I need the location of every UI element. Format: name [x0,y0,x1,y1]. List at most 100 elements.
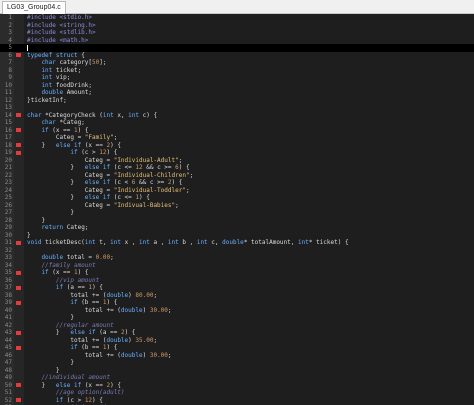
code-line[interactable]: 50 } else if (x == 2) { [0,382,474,390]
code-line[interactable]: 10 int foodDrink; [0,82,474,90]
line-number: 14 [4,111,12,119]
fold-marker-icon[interactable] [16,398,21,402]
code-line[interactable]: 5 [0,44,474,52]
code-line[interactable]: 13 [0,104,474,112]
code-line[interactable]: 48 } [0,367,474,375]
code-text: #include <stdlib.h> [27,29,96,37]
code-line[interactable]: 3 #include <stdlib.h> [0,29,474,37]
line-number: 28 [4,216,12,224]
code-token: else if [55,141,85,149]
code-lines[interactable]: 1 #include <stdio.h> 2 #include <string.h> 3… [0,14,474,405]
line-number: 42 [4,321,12,329]
code-token: 12 [135,164,143,171]
code-editor[interactable]: 1 #include <stdio.h> 2 #include <string.h> 3… [0,14,474,405]
line-number: 31 [4,239,12,246]
code-line[interactable]: 20 Categ = "Individual-Adult"; [0,157,474,165]
code-text: } [27,314,74,322]
line-number: 33 [4,254,12,261]
code-line[interactable]: 33 double total = 0.00; [0,254,474,262]
code-line[interactable]: 34 //family amount [0,262,474,270]
code-token: double [120,351,143,359]
fold-marker-icon[interactable] [16,285,21,290]
code-token: char [27,119,60,126]
code-line[interactable]: 7 char category[50]; [0,59,474,67]
code-line[interactable]: 30} [0,232,474,240]
code-line[interactable]: 39 if (b == 1) { [0,299,474,307]
code-line[interactable]: 6 typedef struct { [0,52,474,60]
code-line[interactable]: 25 } else if (c <= 1) { [0,194,474,202]
fold-marker-icon[interactable] [16,150,21,155]
code-line[interactable]: 11 double Amount; [0,89,474,97]
code-line[interactable]: 1 #include <stdio.h> [0,14,474,22]
code-line[interactable]: 26 Categ = "Indivual-Babies"; [0,202,474,210]
fold-marker-icon[interactable] [16,128,21,132]
code-line[interactable]: 31 void ticketDesc(int t, int x , int a ,… [0,239,474,247]
fold-marker-icon[interactable] [16,53,21,57]
code-token: else if [84,194,114,201]
code-text: return Categ; [27,224,88,232]
code-line[interactable]: 17 Categ = "Family"; [0,134,474,142]
code-line[interactable]: 28 } [0,217,474,225]
code-line[interactable]: 43 } else if (a == 2) { [0,329,474,337]
code-line[interactable]: 46 total += (double) 30.00; [0,352,474,360]
code-line[interactable]: 45 if (b == 1) { [0,344,474,352]
tab-file[interactable]: LG03_Group04.c [2,1,66,14]
code-line[interactable]: 41 } [0,314,474,322]
code-line[interactable]: 15 char *Categ; [0,119,474,127]
line-number: 24 [4,186,12,194]
code-line[interactable]: 21 } else if (c <= 12 && c >= 6) { [0,164,474,172]
fold-marker-icon[interactable] [16,345,21,350]
code-line[interactable]: 24 Categ = "Individual-Toddler"; [0,187,474,195]
fold-marker-icon[interactable] [16,240,21,245]
code-line[interactable]: 36 //vip amount [0,277,474,285]
fold-marker-icon[interactable] [16,300,21,305]
code-line[interactable]: 47 } [0,359,474,367]
fold-marker-icon[interactable] [16,330,21,335]
line-number: 45 [4,344,12,351]
fold-marker-icon[interactable] [16,143,21,147]
code-line[interactable]: 44 total += (double) 35.00; [0,337,474,345]
code-line[interactable]: 18 } else if (x == 2) { [0,142,474,150]
code-line[interactable]: 52 if (c > 12) { [0,397,474,405]
code-token: (x == [84,141,107,149]
code-token: ) { [124,329,136,336]
code-line[interactable]: 32 [0,247,474,255]
code-line[interactable]: 12}ticketInf; [0,97,474,105]
code-line[interactable]: 29 return Categ; [0,224,474,232]
line-number: 46 [4,351,12,359]
fold-marker-icon[interactable] [16,383,21,387]
line-number: 36 [4,276,12,284]
code-line[interactable]: 40 total += (double) 30.00; [0,307,474,315]
code-line[interactable]: 4 #include <math.h> [0,37,474,45]
code-token: else if [84,164,114,171]
code-line[interactable]: 35 if (x == 1) { [0,269,474,277]
code-line[interactable]: 49 //individual amount [0,374,474,382]
fold-marker-icon[interactable] [16,270,21,275]
code-text: } [27,232,31,240]
code-line[interactable]: 27 } [0,209,474,217]
code-token: 12 [84,396,93,404]
code-line[interactable]: 19 if (c > 12) { [0,149,474,157]
code-token: int [139,239,154,246]
code-line[interactable]: 16 if (x == 1) { [0,127,474,135]
fold-marker-icon[interactable] [16,113,21,117]
code-token: "Individual-Adult" [113,156,179,164]
code-line[interactable]: 14 char *CategoryCheck (int x, int c) { [0,112,474,120]
code-line[interactable]: 38 total += (double) 80.00; [0,292,474,300]
code-line[interactable]: 9 int vip; [0,74,474,82]
code-line[interactable]: 23 } else if (c < 6 && c >= 2) { [0,179,474,187]
code-line[interactable]: 37 if (a == 1) { [0,284,474,292]
code-token: } [27,209,74,216]
line-number: 26 [4,201,12,209]
line-number: 30 [4,231,12,239]
code-token: double [120,306,143,314]
code-token: ticketDesc( [45,239,85,246]
code-line[interactable]: 51 //age option(adult) [0,389,474,397]
code-token: if [27,269,53,276]
code-line[interactable]: 2 #include <string.h> [0,22,474,30]
code-line[interactable]: 8 int ticket; [0,67,474,75]
code-text: if (b == 1) { [27,299,117,307]
code-line[interactable]: 42 //regular amount [0,322,474,330]
code-line[interactable]: 22 Categ = "Individual-Children"; [0,172,474,180]
code-token: Amount; [66,89,93,96]
